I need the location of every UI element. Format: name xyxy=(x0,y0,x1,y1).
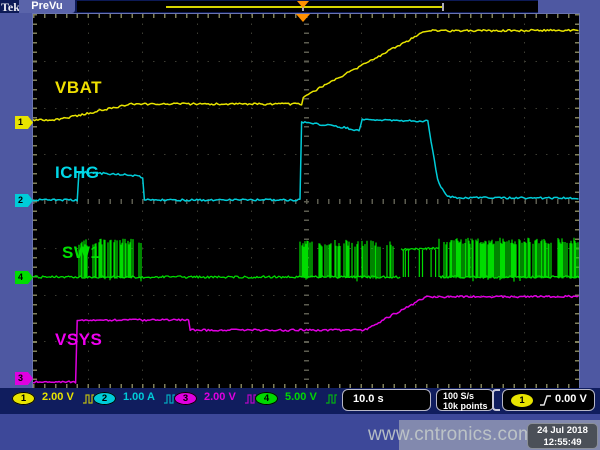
channel-1-position-marker[interactable]: 1 xyxy=(15,116,33,129)
timebase-box[interactable]: 10.0 s xyxy=(342,389,431,411)
channel-4-scale[interactable]: 5.00 V xyxy=(285,391,317,403)
record-view-bar[interactable] xyxy=(77,1,538,12)
header-bar: Tek PreVu xyxy=(0,0,600,13)
channel-3-position-marker[interactable]: 3 xyxy=(15,372,33,385)
date-text: 24 Jul 2018 xyxy=(528,425,597,437)
channel-1-scale[interactable]: 2.00 V xyxy=(42,391,74,403)
channel-3-badge[interactable]: 3 xyxy=(174,392,197,405)
tek-logo: Tek xyxy=(1,0,20,15)
oscilloscope-screen: Tek PreVu VBAT ICHG SW1 VSYS 1 2.00 V 2 … xyxy=(0,0,600,450)
trace-ichg xyxy=(33,119,579,201)
trace-sw1-pulses xyxy=(79,238,578,282)
timebase-value: 10.0 s xyxy=(353,393,384,405)
waveform-graticule[interactable]: VBAT ICHG SW1 VSYS xyxy=(33,14,579,388)
status-bar: 1 2.00 V 2 1.00 A 3 2.00 V 4 5.00 V 10.0… xyxy=(0,388,600,414)
watermark-text: www.cntronics.com xyxy=(368,424,534,446)
acquisition-box[interactable]: 100 S/s 10k points xyxy=(436,389,494,411)
channel-4-position-marker[interactable]: 4 xyxy=(15,271,33,284)
waveform-display xyxy=(33,14,579,388)
channel-4-badge[interactable]: 4 xyxy=(255,392,278,405)
label-vsys: VSYS xyxy=(55,330,102,350)
trace-vsys xyxy=(33,296,579,384)
label-sw1: SW1 xyxy=(62,243,100,263)
channel-2-scale[interactable]: 1.00 A xyxy=(123,391,155,403)
header-right-spacer xyxy=(538,0,600,13)
channel-2-position-marker[interactable]: 2 xyxy=(15,194,33,207)
trigger-bracket-icon xyxy=(492,389,500,411)
trigger-source-badge: 1 xyxy=(511,394,533,407)
trace-vbat xyxy=(33,30,579,121)
rising-edge-icon xyxy=(539,394,553,407)
trigger-box[interactable]: 1 0.00 V xyxy=(502,389,595,411)
datetime-box: 24 Jul 2018 12:55:49 xyxy=(527,423,598,449)
label-ichg: ICHG xyxy=(55,163,100,183)
trigger-position-icon[interactable] xyxy=(296,14,310,22)
trigger-level-value: 0.00 V xyxy=(555,393,587,405)
record-trigger-marker-icon xyxy=(297,1,309,8)
label-vbat: VBAT xyxy=(55,78,102,98)
channel-1-badge[interactable]: 1 xyxy=(12,392,35,405)
window-bracket-right xyxy=(442,3,444,11)
acquisition-mode-label: PreVu xyxy=(19,0,75,13)
channel-4-coupling-icon xyxy=(325,393,338,405)
record-length: 10k points xyxy=(443,401,488,411)
sample-rate: 100 S/s xyxy=(443,391,474,401)
channel-3-scale[interactable]: 2.00 V xyxy=(204,391,236,403)
time-text: 12:55:49 xyxy=(528,437,597,449)
channel-2-badge[interactable]: 2 xyxy=(93,392,116,405)
